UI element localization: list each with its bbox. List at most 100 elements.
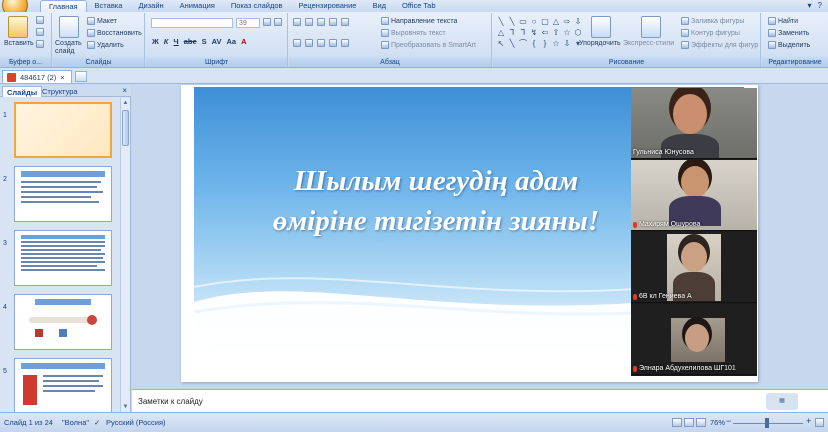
tab-slides[interactable]: Слайды [2,86,43,97]
tab-slideshow[interactable]: Показ слайдов [223,0,291,12]
tab-office-tab[interactable]: Office Tab [394,0,444,12]
notes-pane[interactable]: Заметки к слайду ▦ [132,389,828,412]
arrow-down-icon[interactable]: ⇩ [573,16,583,26]
bullets-icon[interactable] [293,18,301,26]
paste-icon[interactable] [8,16,28,38]
numbering-icon[interactable] [305,18,313,26]
zoom-slider-handle[interactable] [765,418,769,428]
shape-n-icon[interactable]: ☆ [551,38,561,48]
shape-k-icon[interactable]: ⌒ [518,38,528,48]
tab-review[interactable]: Рецензирование [291,0,365,12]
scroll-down-icon[interactable]: ▼ [122,403,129,411]
smartart-button[interactable]: Преобразовать в SmartArt [381,41,476,49]
close-panel-icon[interactable]: × [122,86,127,95]
tab-outline[interactable]: Структура [38,86,82,97]
shape-outline-button[interactable]: Контур фигуры [681,29,740,37]
strikethrough-icon[interactable]: abe [184,37,197,46]
thumbnail-scrollbar[interactable]: ▲ ▼ [120,98,130,412]
quick-styles-button[interactable]: Экспресс-стили [623,40,674,47]
shadow-icon[interactable]: S [202,37,207,46]
shape-m-icon[interactable]: } [540,38,550,48]
close-tab-icon[interactable]: × [60,73,64,82]
line-shape-icon[interactable]: ╲ [496,16,506,26]
scroll-up-icon[interactable]: ▲ [122,99,129,107]
shapes-gallery[interactable]: ╲ ╲ ▭ ○ ▢ △ ⇨ ⇩ △ ⅂ ⅂ ↯ ⇦ ⇧ ☆ ⬡ ↖ ╲ ⌒ { [496,16,582,48]
zoom-level[interactable]: 76% [710,418,725,427]
font-name-combo[interactable] [151,18,233,28]
shape-h-icon[interactable]: ⬡ [573,27,583,37]
cut-icon[interactable] [36,16,44,24]
underline-icon[interactable]: Ч [173,37,178,46]
font-size-combo[interactable]: 39 [236,18,260,28]
normal-view-icon[interactable] [672,418,682,427]
tab-home[interactable]: Главная [40,0,87,12]
document-tab[interactable]: 484617 (2) × [2,70,72,83]
columns-icon[interactable] [341,39,349,47]
participant-tile-2[interactable]: Махирям Ошурова [631,160,757,231]
rounded-rect-icon[interactable]: ▢ [540,16,550,26]
tab-insert[interactable]: Вставка [87,0,131,12]
scroll-thumb[interactable] [122,110,129,146]
shape-g-icon[interactable]: ☆ [562,27,572,37]
minimize-ribbon-icon[interactable]: ▾ [808,1,812,10]
shape-o-icon[interactable]: ⇩ [562,38,572,48]
align-center-icon[interactable] [305,39,313,47]
shape-i-icon[interactable]: ↖ [496,38,506,48]
oval-shape-icon[interactable]: ○ [529,16,539,26]
shape-d-icon[interactable]: ↯ [529,27,539,37]
shrink-font-icon[interactable] [274,18,282,26]
new-slide-icon[interactable] [59,16,79,38]
shape-j-icon[interactable]: ╲ [507,38,517,48]
quick-styles-icon[interactable] [641,16,661,38]
layout-button[interactable]: Макет [87,17,117,25]
tab-animation[interactable]: Анимация [172,0,223,12]
participant-tile-3[interactable]: 6В кл Гениева А [631,232,757,303]
language[interactable]: Русский (Россия) [106,418,166,427]
fit-window-icon[interactable] [815,418,824,427]
decrease-indent-icon[interactable] [317,18,325,26]
shape-a-icon[interactable]: △ [496,27,506,37]
paste-button[interactable]: Вставить [4,40,34,47]
shape-effects-button[interactable]: Эффекты для фигур [681,41,758,49]
slide-sorter-icon[interactable] [684,418,694,427]
grow-font-icon[interactable] [263,18,271,26]
spacing-icon[interactable]: AV [212,37,222,46]
arrow-right-icon[interactable]: ⇨ [562,16,572,26]
shape-e-icon[interactable]: ⇦ [540,27,550,37]
slide-thumbnail-3[interactable] [14,230,112,286]
shape-b-icon[interactable]: ⅂ [507,27,517,37]
replace-button[interactable]: Заменить [768,29,809,37]
align-left-icon[interactable] [293,39,301,47]
align-right-icon[interactable] [317,39,325,47]
shape-fill-button[interactable]: Заливка фигуры [681,17,744,25]
justify-icon[interactable] [329,39,337,47]
slide-thumbnail-5[interactable] [14,358,112,412]
delete-slide-button[interactable]: Удалить [87,41,124,49]
find-button[interactable]: Найти [768,17,798,25]
slide-thumbnail-4[interactable] [14,294,112,350]
tab-view[interactable]: Вид [364,0,394,12]
case-icon[interactable]: Aa [227,37,237,46]
slide-title[interactable]: Шылым шегудің адам өміріне тигізетін зия… [216,161,656,241]
shape-f-icon[interactable]: ⇧ [551,27,561,37]
participant-tile-1[interactable]: Гульнисa Юнусова [631,88,757,159]
reset-button[interactable]: Восстановить [87,29,142,37]
increase-indent-icon[interactable] [329,18,337,26]
slide-thumbnail-2[interactable] [14,166,112,222]
line2-shape-icon[interactable]: ╲ [507,16,517,26]
shape-l-icon[interactable]: { [529,38,539,48]
slideshow-view-icon[interactable] [696,418,706,427]
new-slide-button[interactable]: Создать слайд [55,40,89,56]
text-direction-button[interactable]: Направление текста [381,17,457,25]
participant-tile-4[interactable]: Элнара Абдухелилова ШГ101 [631,304,757,375]
tab-design[interactable]: Дизайн [130,0,171,12]
arrange-icon[interactable] [591,16,611,38]
zoom-out-icon[interactable]: − [726,416,731,426]
copy-icon[interactable] [36,28,44,36]
rect-shape-icon[interactable]: ▭ [518,16,528,26]
arrange-button[interactable]: Упорядочить [579,40,621,47]
slide-thumbnail-1[interactable] [14,102,112,158]
italic-icon[interactable]: К [164,37,169,46]
font-color-icon[interactable]: A [241,37,246,46]
help-icon[interactable]: ? [818,1,822,10]
